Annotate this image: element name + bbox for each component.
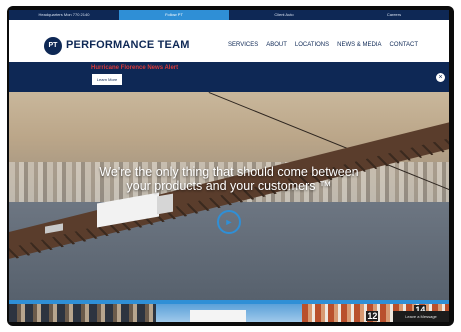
logo-icon[interactable]: PT	[44, 37, 62, 55]
hero-tagline-line2: your products and your customers ™	[126, 179, 332, 193]
leave-message-button[interactable]: Leave a Message	[393, 311, 449, 322]
nav-item-contact[interactable]: CONTACT	[389, 42, 418, 48]
truck-cab-image	[157, 193, 173, 215]
utility-link-client[interactable]: Client Auto	[229, 10, 339, 20]
browser-screen: Headquarters Mon 770 2140 Follow PT Clie…	[9, 10, 449, 322]
hero-tagline-line1: We're the only thing that should come be…	[99, 165, 359, 179]
utility-link-careers[interactable]: Careers	[339, 10, 449, 20]
hero-banner: We're the only thing that should come be…	[9, 92, 449, 300]
tile-number-12: 12	[366, 311, 379, 321]
utility-bar: Headquarters Mon 770 2140 Follow PT Clie…	[9, 10, 449, 20]
hero-tagline: We're the only thing that should come be…	[9, 165, 449, 193]
logo-text[interactable]: PERFORMANCE TEAM	[66, 39, 190, 51]
utility-link-follow[interactable]: Follow PT	[119, 10, 229, 20]
feature-tiles: 12 14	[9, 304, 449, 322]
close-icon[interactable]: ×	[436, 73, 445, 82]
alert-banner: Hurricane Florence News Alert Learn More…	[9, 62, 449, 92]
tile-truck[interactable]	[155, 304, 303, 322]
main-nav: SERVICES ABOUT LOCATIONS NEWS & MEDIA CO…	[228, 42, 418, 48]
utility-link-headquarters[interactable]: Headquarters Mon 770 2140	[9, 10, 119, 20]
nav-item-about[interactable]: ABOUT	[266, 42, 287, 48]
play-icon[interactable]: ►	[217, 210, 241, 234]
site-header: PT PERFORMANCE TEAM SERVICES ABOUT LOCAT…	[9, 20, 449, 62]
tile-warehouse[interactable]	[9, 304, 156, 322]
nav-item-locations[interactable]: LOCATIONS	[295, 42, 329, 48]
nav-item-services[interactable]: SERVICES	[228, 42, 258, 48]
alert-title[interactable]: Hurricane Florence News Alert	[91, 65, 178, 71]
learn-more-button[interactable]: Learn More	[92, 74, 122, 85]
nav-item-news-media[interactable]: NEWS & MEDIA	[337, 42, 381, 48]
